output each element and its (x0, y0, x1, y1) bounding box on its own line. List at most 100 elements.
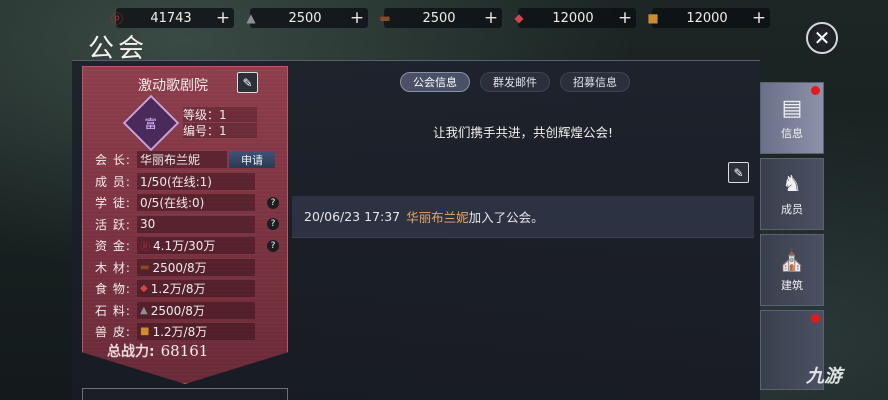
side-tab-buildings[interactable]: ⛪ 建筑 (760, 234, 824, 306)
edit-guild-name-button[interactable]: ✎ (237, 72, 258, 93)
meat-icon: ◆ (140, 283, 148, 295)
stat-row-apprentices: 学 徒: 0/5(在线:0) ? (95, 192, 283, 214)
stat-row-stone: 石 料: ▲ 2500/8万 (95, 300, 283, 322)
tab-guild-info[interactable]: 公会信息 (400, 72, 470, 92)
card-footer-slot (82, 388, 288, 400)
stat-value: 4.1万/30万 (153, 239, 216, 254)
stat-row-food: 食 物: ◆ 1.2万/8万 (95, 278, 283, 300)
resource-coin: ⓟ 41743 + (106, 5, 240, 31)
stat-label: 兽 皮: (95, 325, 131, 340)
watermark-logo: 九游 (806, 366, 842, 387)
resource-value: 2500 (288, 10, 322, 26)
tab-recruit-info[interactable]: 招募信息 (560, 72, 630, 92)
side-tab-label: 建筑 (781, 278, 803, 292)
add-ore-button[interactable]: + (348, 8, 366, 28)
resource-wood: ▬ 2500 + (374, 5, 508, 31)
side-tab-label: 信息 (781, 126, 803, 140)
total-power: 总战力: 68161 (107, 341, 208, 361)
wood-icon: ▬ (140, 261, 150, 273)
log-text: 加入了公会。 (468, 210, 544, 225)
stat-value-box: ⓟ 4.1万/30万 (137, 237, 255, 255)
resource-value: 2500 (422, 10, 456, 26)
quill-icon: ✎ (242, 75, 253, 90)
guild-level: 等级：1 (183, 107, 257, 122)
resource-bar: ⓟ 41743 + ▲ 2500 + ▬ 2500 + ◆ 12000 + ■ … (106, 5, 776, 31)
stat-label: 木 材: (95, 260, 131, 275)
side-tab-info[interactable]: ▤ 信息 (760, 82, 824, 154)
log-player-name[interactable]: 华丽布兰妮 (406, 207, 469, 226)
stat-label: 活 跃: (95, 217, 131, 232)
resource-ore: ▲ 2500 + (240, 5, 374, 31)
side-tab-label: 成员 (781, 202, 803, 216)
apply-button[interactable]: 申请 (229, 151, 275, 169)
stat-label: 成 员: (95, 174, 131, 189)
church-icon: ⛪ (778, 247, 806, 273)
add-coin-button[interactable]: + (214, 8, 232, 28)
emblem-glyph: 富 (144, 116, 158, 131)
add-hide-button[interactable]: + (750, 8, 768, 28)
resource-value: 12000 (552, 10, 594, 26)
info-tabs: 公会信息 群发邮件 招募信息 (400, 72, 630, 92)
stat-value: 华丽布兰妮 (137, 151, 227, 169)
page-title: 公会 (88, 34, 149, 64)
stat-row-members: 成 员: 1/50(在线:1) (95, 171, 283, 193)
meat-icon: ◆ (514, 11, 524, 25)
help-icon[interactable]: ? (267, 196, 279, 209)
stat-value: 30 (137, 215, 255, 233)
stat-label: 会 长: (95, 153, 131, 168)
side-tab-members[interactable]: ♞ 成员 (760, 158, 824, 230)
close-icon: ✕ (813, 26, 831, 50)
scroll-icon: ▤ (781, 95, 803, 121)
guild-number: 编号：1 (183, 123, 257, 138)
stat-value: 1/50(在线:1) (137, 172, 255, 190)
stat-row-leader: 会 长: 华丽布兰妮 申请 (95, 149, 283, 171)
stat-value-box: ■ 1.2万/8万 (137, 323, 255, 341)
guild-card: 激动歌剧院 ✎ 富 等级：1 编号：1 会 长: 华丽布兰妮 申请 成 员: 1… (82, 66, 288, 384)
stat-value-box: ▬ 2500/8万 (137, 258, 255, 276)
guild-log-entry: 20/06/23 17:37 华丽布兰妮 加入了公会。 (292, 196, 754, 238)
stat-value: 2500/8万 (152, 260, 207, 275)
quill-icon: ✎ (733, 165, 744, 180)
resource-meat: ◆ 12000 + (508, 5, 642, 31)
close-button[interactable]: ✕ (806, 22, 838, 54)
notification-dot (811, 314, 820, 323)
stat-row-activity: 活 跃: 30 ? (95, 214, 283, 236)
guild-stats: 会 长: 华丽布兰妮 申请 成 员: 1/50(在线:1) 学 徒: 0/5(在… (95, 149, 283, 343)
resource-hide: ■ 12000 + (642, 5, 776, 31)
stat-value: 0/5(在线:0) (137, 194, 255, 212)
coin-icon: ⓟ (140, 242, 150, 254)
ore-icon: ▲ (140, 304, 148, 316)
add-meat-button[interactable]: + (616, 8, 634, 28)
add-wood-button[interactable]: + (482, 8, 500, 28)
coin-icon: ⓟ (110, 11, 123, 26)
hide-icon: ■ (647, 11, 659, 25)
ore-icon: ▲ (246, 11, 256, 25)
stat-value-box: ▲ 2500/8万 (137, 301, 255, 319)
resource-value: 12000 (686, 10, 728, 26)
stat-row-wood: 木 材: ▬ 2500/8万 (95, 257, 283, 279)
stat-label: 食 物: (95, 282, 131, 297)
knight-icon: ♞ (782, 171, 802, 197)
guild-name: 激动歌剧院 (138, 78, 208, 94)
wood-icon: ▬ (379, 11, 391, 25)
stat-row-hide: 兽 皮: ■ 1.2万/8万 (95, 321, 283, 343)
help-icon[interactable]: ? (267, 218, 279, 231)
stat-label: 石 料: (95, 303, 131, 318)
hide-icon: ■ (140, 326, 150, 338)
edit-notice-button[interactable]: ✎ (728, 162, 749, 183)
stat-value: 2500/8万 (150, 303, 205, 318)
log-timestamp: 20/06/23 17:37 (304, 209, 401, 224)
tab-mass-mail[interactable]: 群发邮件 (480, 72, 550, 92)
stat-value: 1.2万/8万 (150, 282, 206, 297)
guild-notice: 让我们携手共进，共创辉煌公会! (432, 125, 613, 140)
stat-value-box: ◆ 1.2万/8万 (137, 280, 255, 298)
power-value: 68161 (160, 342, 209, 360)
side-tabs: ▤ 信息 ♞ 成员 ⛪ 建筑 (760, 82, 826, 400)
power-label: 总战力: (107, 344, 155, 360)
resource-value: 41743 (150, 10, 192, 26)
stat-label: 资 金: (95, 239, 131, 254)
stat-row-funds: 资 金: ⓟ 4.1万/30万 ? (95, 235, 283, 257)
notification-dot (811, 86, 820, 95)
stat-value: 1.2万/8万 (152, 325, 208, 340)
help-icon[interactable]: ? (267, 239, 279, 252)
